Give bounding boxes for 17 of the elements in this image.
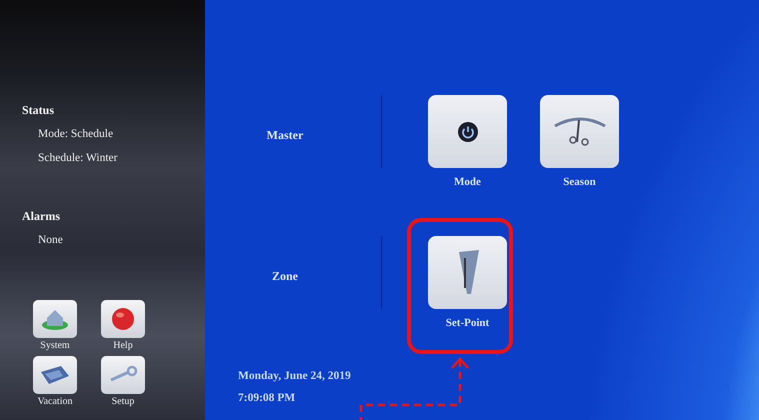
tile-label: Mode xyxy=(454,176,481,188)
push-button-icon xyxy=(109,305,137,333)
tile-button[interactable] xyxy=(428,236,507,309)
tile-label: Season xyxy=(563,176,596,188)
tile-label: Set-Point xyxy=(446,317,490,329)
status-line: None xyxy=(38,233,64,247)
section-title: Alarms xyxy=(22,209,61,223)
section-title: Status xyxy=(22,103,56,117)
tile-button[interactable] xyxy=(428,95,507,168)
status-line: Schedule: Winter xyxy=(38,151,118,165)
status-line: Mode: Schedule xyxy=(38,127,114,141)
power-icon xyxy=(456,120,478,142)
group-label: Zone xyxy=(270,269,299,284)
time-text: 7:09:08 PM xyxy=(238,391,296,405)
tile-button[interactable] xyxy=(540,95,619,168)
date-text: Monday, June 24, 2019 xyxy=(238,369,352,383)
group-label: Master xyxy=(266,128,304,143)
